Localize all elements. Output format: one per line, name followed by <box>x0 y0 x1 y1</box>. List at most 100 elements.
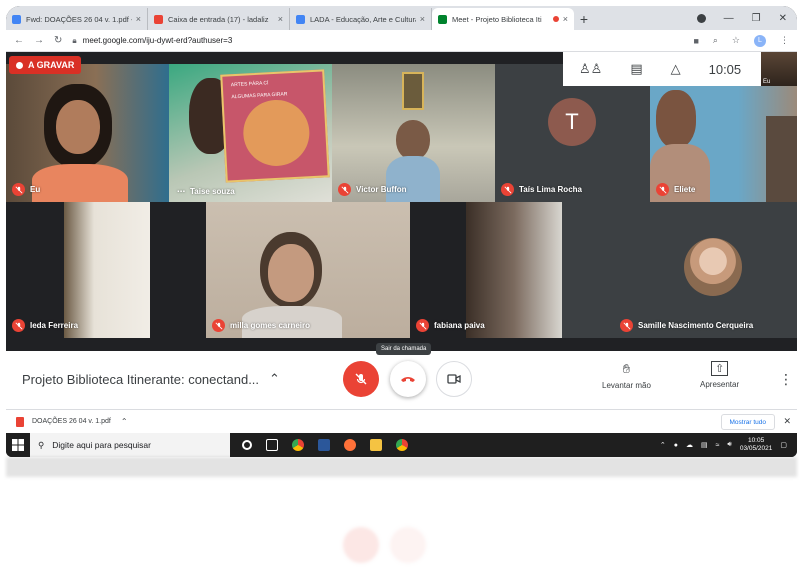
search-placeholder: Digite aqui para pesquisar <box>52 440 151 450</box>
participant-tile-eu[interactable]: Eu <box>6 64 169 202</box>
word-icon[interactable] <box>318 439 330 451</box>
participant-name: ⋯ Taise souza <box>177 187 235 196</box>
meeting-details[interactable]: Projeto Biblioteca Itinerante: conectand… <box>22 371 280 387</box>
cortana-icon[interactable] <box>242 440 252 450</box>
gmail-icon <box>12 14 21 24</box>
chrome-icon[interactable] <box>292 439 304 451</box>
new-tab-button[interactable]: + <box>574 8 594 30</box>
window-controls: — ❐ ✕ <box>696 6 797 30</box>
hangup-button[interactable] <box>390 361 426 397</box>
back-icon[interactable]: ← <box>14 35 24 46</box>
windows-start-button[interactable] <box>6 433 30 457</box>
windows-taskbar: ⚲ Digite aqui para pesquisar ⌃ ● ☁ ▤ ≈ 🔊… <box>6 433 797 457</box>
tab-label: Meet - Projeto Biblioteca Iti <box>452 14 542 24</box>
account-icon[interactable] <box>696 13 706 23</box>
task-view-icon[interactable] <box>266 439 278 451</box>
toolbar-icons: ■ ⌕ ☆ L ⋮ <box>693 34 789 47</box>
maximize-icon[interactable]: ❐ <box>752 13 761 24</box>
participant-name: Victor Buffon <box>338 183 407 196</box>
participant-tile-victor[interactable]: Victor Buffon <box>332 64 495 202</box>
onedrive-icon[interactable]: ☁ <box>686 441 693 449</box>
chevron-up-icon[interactable]: ⌃ <box>660 441 666 449</box>
participant-tile-taise[interactable]: ARTES PÁRA CÍ ALGUMAS PARA GIRAR ⋯ Taise… <box>169 64 332 202</box>
tab-lada[interactable]: LADA - Educação, Arte e Cultura × <box>290 8 432 30</box>
close-icon[interactable]: × <box>278 14 283 24</box>
participant-video <box>656 90 696 148</box>
close-window-icon[interactable]: ✕ <box>779 13 787 24</box>
participant-avatar: T <box>548 98 596 146</box>
activities-icon[interactable]: △ <box>671 61 681 77</box>
network-icon[interactable]: ▤ <box>701 441 708 449</box>
participant-tile-eliete[interactable]: Eliete <box>650 86 797 202</box>
reflection-mic <box>343 527 379 563</box>
mic-toggle-button[interactable] <box>343 361 379 397</box>
show-all-button[interactable]: Mostrar tudo <box>720 414 775 430</box>
forward-icon[interactable]: → <box>34 35 44 46</box>
taskbar-apps <box>242 439 408 451</box>
menu-dots-icon[interactable]: ⋮ <box>780 35 789 46</box>
participant-video <box>466 202 562 338</box>
raise-hand-button[interactable]: ✋︎ Levantar mão <box>602 361 651 390</box>
bookmark-star-icon[interactable]: ☆ <box>732 35 740 46</box>
file-explorer-icon[interactable] <box>370 439 382 451</box>
url-field[interactable]: 🔒︎ meet.google.com/iju-dywt-erd?authuser… <box>72 33 683 49</box>
search-icon: ⚲ <box>38 439 45 450</box>
hand-icon: ✋︎ <box>622 361 631 376</box>
more-options-icon[interactable]: ⋮ <box>779 371 793 388</box>
tab-gmail-inbox[interactable]: Caixa de entrada (17) - ladaliz × <box>148 8 290 30</box>
participant-name: Eu <box>12 183 40 196</box>
download-item[interactable]: DOAÇÕES 26 04 v. 1.pdf <box>32 418 111 425</box>
mic-off-icon <box>656 183 669 196</box>
participant-tile-samille[interactable]: Samille Nascimento Cerqueira <box>562 202 797 338</box>
minimize-icon[interactable]: — <box>724 13 734 24</box>
close-icon[interactable]: × <box>136 14 141 24</box>
tab-gmail-fwd[interactable]: Fwd: DOAÇÕES 26 04 v. 1.pdf - l × <box>6 8 148 30</box>
participant-name: Eliete <box>656 183 695 196</box>
tab-meet[interactable]: Meet - Projeto Biblioteca Iti × <box>432 8 574 30</box>
participant-face <box>268 244 314 302</box>
mic-off-icon <box>12 183 25 196</box>
close-icon[interactable]: ✕ <box>783 416 791 427</box>
participant-tile-ieda[interactable]: Ieda Ferreira <box>6 202 206 338</box>
taskbar-clock[interactable]: 10:05 03/05/2021 <box>740 437 773 453</box>
user-icon[interactable]: ● <box>674 442 678 449</box>
url-text: meet.google.com/iju-dywt-erd?authuser=3 <box>82 36 233 45</box>
zoom-icon[interactable]: ⌕ <box>713 35 718 46</box>
participant-tile-fabiana[interactable]: fabiana paiva <box>410 202 562 338</box>
meet-top-panel: ♙♙ ▤ △ 10:05 Eu <box>563 52 797 86</box>
notifications-icon[interactable]: ▢ <box>780 441 787 449</box>
present-button[interactable]: ⇧ Apresentar <box>700 361 739 389</box>
close-icon[interactable]: × <box>563 14 568 24</box>
downloads-bar: DOAÇÕES 26 04 v. 1.pdf ⌃ Mostrar tudo ✕ <box>6 409 797 433</box>
meet-video-grid: Eu A GRAVAR ARTES PÁRA CÍ ALGUMAS PARA G… <box>6 52 797 351</box>
taskbar-search-box[interactable]: ⚲ Digite aqui para pesquisar <box>30 433 230 457</box>
chrome-icon[interactable] <box>396 439 408 451</box>
mic-off-icon <box>12 319 25 332</box>
camera-permission-icon[interactable]: ■ <box>693 36 698 46</box>
chevron-up-icon[interactable]: ⌃ <box>121 417 128 426</box>
volume-icon[interactable]: 🔊︎ <box>727 441 731 449</box>
close-icon[interactable]: × <box>420 14 425 24</box>
self-view-thumbnail[interactable]: Eu <box>761 52 797 86</box>
book-illustration <box>241 98 312 168</box>
participant-shirt <box>32 164 128 202</box>
mic-off-icon <box>416 319 429 332</box>
reload-icon[interactable]: ↻ <box>54 35 62 46</box>
recording-indicator-icon <box>552 16 559 22</box>
meet-control-bar: Projeto Biblioteca Itinerante: conectand… <box>6 343 797 409</box>
camera-toggle-button[interactable] <box>436 361 472 397</box>
participant-name: fabiana paiva <box>416 319 485 332</box>
profile-avatar[interactable]: L <box>754 34 766 47</box>
chat-icon[interactable]: ▤ <box>630 61 642 77</box>
people-icon[interactable]: ♙♙ <box>579 61 602 77</box>
video-camera-icon <box>447 374 461 384</box>
tab-label: Caixa de entrada (17) - ladaliz <box>168 14 269 24</box>
self-view-label: Eu <box>763 79 771 85</box>
participant-tile-milla[interactable]: milla gomes carneiro <box>206 202 410 338</box>
meeting-title: Projeto Biblioteca Itinerante: conectand… <box>22 371 260 387</box>
wifi-icon[interactable]: ≈ <box>716 442 720 449</box>
chevron-up-icon: ⌃ <box>269 371 280 386</box>
tab-label: LADA - Educação, Arte e Cultura <box>310 14 416 24</box>
pdf-file-icon <box>16 416 24 427</box>
firefox-icon[interactable] <box>344 439 356 451</box>
